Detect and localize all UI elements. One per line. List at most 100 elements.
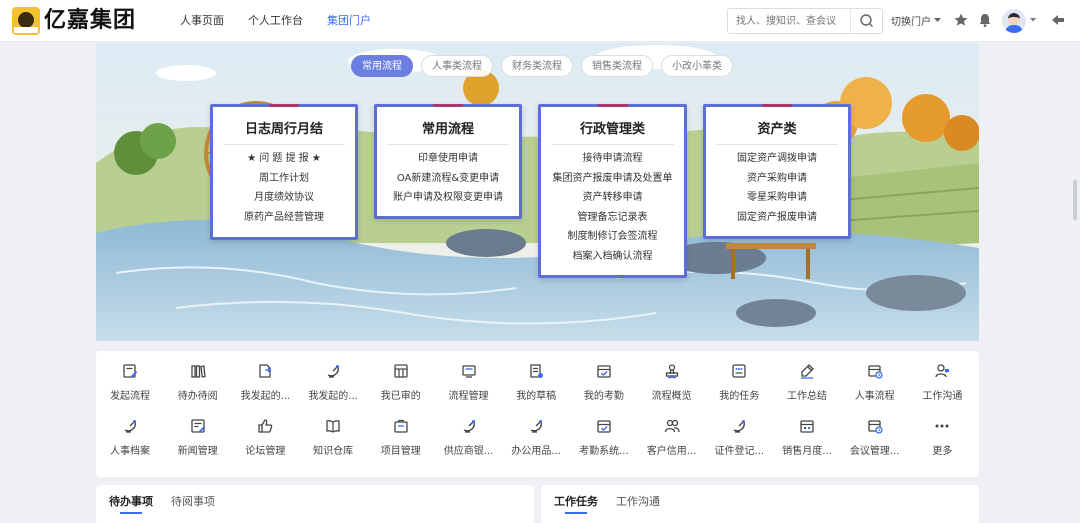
- quick-link-item[interactable]: 新闻管理: [164, 418, 232, 468]
- nav-hr-page[interactable]: 人事页面: [168, 0, 236, 42]
- quick-link-item[interactable]: 考勤系统...: [570, 418, 638, 468]
- quick-link-item[interactable]: 我发起的...: [231, 363, 299, 413]
- bell-icon[interactable]: [977, 12, 993, 28]
- nav-personal-workbench[interactable]: 个人工作台: [236, 0, 315, 42]
- tab-finance-process[interactable]: 财务类流程: [501, 55, 573, 77]
- card-link[interactable]: 接待申请流程: [541, 149, 684, 169]
- quick-link-item[interactable]: 我已审的: [367, 363, 435, 413]
- quick-link-item[interactable]: 更多: [908, 418, 976, 468]
- quick-link-label: 我的考勤: [583, 391, 624, 402]
- tab-work-communication[interactable]: 工作沟通: [616, 493, 660, 509]
- card-link[interactable]: 固定资产报废申请: [706, 208, 848, 228]
- switch-portal-label: 切换门户: [891, 17, 931, 28]
- card-link[interactable]: 原药产品经营管理: [213, 208, 355, 228]
- calendar-clock-icon: [867, 418, 883, 434]
- avatar-caret-icon[interactable]: [1029, 12, 1037, 28]
- satellite-icon: [528, 418, 544, 434]
- quick-link-item[interactable]: 人事档案: [96, 418, 164, 468]
- card-link[interactable]: 零星采购申请: [706, 188, 848, 208]
- card-admin-management: 行政管理类 接待申请流程 集团资产报废申请及处置单 资产转移申请 管理备忘记录表…: [538, 104, 687, 278]
- tab-hr-process[interactable]: 人事类流程: [421, 55, 493, 77]
- satellite-icon: [731, 418, 747, 434]
- card-link[interactable]: OA新建流程&变更申请: [377, 169, 519, 189]
- calendar-grid-icon: [799, 418, 815, 434]
- quick-link-item[interactable]: 我发起的...: [299, 363, 367, 413]
- card-link[interactable]: 月度绩效协议: [213, 188, 355, 208]
- grid-doc-icon: [393, 363, 409, 379]
- quick-link-item[interactable]: 知识仓库: [299, 418, 367, 468]
- quick-link-label: 知识仓库: [313, 446, 354, 457]
- quick-link-item[interactable]: 我的草稿: [502, 363, 570, 413]
- card-assets: 资产类 固定资产调拨申请 资产采购申请 零星采购申请 固定资产报废申请: [703, 104, 851, 239]
- quick-link-label: 供应商银...: [443, 446, 494, 457]
- card-link[interactable]: ★ 问 题 提 报 ★: [213, 149, 355, 169]
- draft-icon: [528, 363, 544, 379]
- tab-to-read-items[interactable]: 待阅事项: [171, 493, 215, 509]
- card-link[interactable]: 集团资产报废申请及处置单: [541, 169, 684, 189]
- user-chat-icon: [934, 363, 950, 379]
- todo-panel: 待办事项 待阅事项: [96, 485, 534, 523]
- star-icon[interactable]: [953, 12, 969, 28]
- quick-link-item[interactable]: 人事流程: [841, 363, 909, 413]
- quick-link-item[interactable]: 论坛管理: [231, 418, 299, 468]
- quick-link-item[interactable]: 工作沟通: [908, 363, 976, 413]
- calendar-check-icon: [596, 363, 612, 379]
- tab-work-tasks[interactable]: 工作任务: [554, 493, 598, 509]
- back-icon[interactable]: [1050, 12, 1066, 28]
- satellite-icon: [461, 418, 477, 434]
- quick-link-item[interactable]: 待办待阅: [164, 363, 232, 413]
- quick-link-label: 人事流程: [854, 391, 895, 402]
- nav-group-portal[interactable]: 集团门户: [315, 0, 383, 42]
- caret-down-icon: [934, 18, 941, 22]
- card-link[interactable]: 账户申请及权限变更申请: [377, 188, 519, 208]
- card-common-process: 常用流程 印章使用申请 OA新建流程&变更申请 账户申请及权限变更申请: [374, 104, 522, 219]
- switch-portal-dropdown[interactable]: 切换门户: [891, 13, 941, 28]
- quick-link-label: 会议管理...: [849, 446, 900, 457]
- card-link[interactable]: 管理备忘记录表: [541, 208, 684, 228]
- avatar[interactable]: [1002, 9, 1026, 33]
- quick-link-item[interactable]: 发起流程: [96, 363, 164, 413]
- logo-mascot-icon: [12, 7, 40, 35]
- card-link[interactable]: 资产转移申请: [541, 188, 684, 208]
- edit-form-icon: [122, 363, 138, 379]
- quick-link-item[interactable]: 办公用品...: [502, 418, 570, 468]
- quick-link-item[interactable]: 流程概览: [638, 363, 706, 413]
- more-icon: [934, 418, 950, 434]
- quick-link-label: 流程概览: [651, 391, 692, 402]
- quick-link-label: 人事档案: [110, 446, 150, 457]
- page-scrollbar[interactable]: [1073, 180, 1077, 220]
- card-link[interactable]: 周工作计划: [213, 169, 355, 189]
- quick-link-label: 办公用品...: [511, 446, 561, 457]
- quick-link-item[interactable]: 流程管理: [435, 363, 503, 413]
- quick-link-item[interactable]: 我的任务: [705, 363, 773, 413]
- card-link[interactable]: 印章使用申请: [377, 149, 519, 169]
- quick-link-item[interactable]: 销售月度...: [773, 418, 841, 468]
- satellite-icon: [325, 363, 341, 379]
- stamp-icon: [664, 363, 680, 379]
- card-link[interactable]: 资产采购申请: [706, 169, 848, 189]
- card-link[interactable]: 档案入档确认流程: [541, 247, 684, 267]
- card-title: 资产类: [757, 122, 797, 137]
- tab-sales-process[interactable]: 销售类流程: [581, 55, 653, 77]
- card-link[interactable]: 固定资产调拨申请: [706, 149, 848, 169]
- quick-link-item[interactable]: 项目管理: [367, 418, 435, 468]
- quick-link-item[interactable]: 供应商银...: [435, 418, 503, 468]
- tab-common-process[interactable]: 常用流程: [351, 55, 413, 77]
- thumb-up-icon: [257, 418, 273, 434]
- logo[interactable]: 亿嘉集团: [12, 7, 144, 35]
- book-open-icon: [325, 418, 341, 434]
- quick-link-label: 论坛管理: [245, 446, 286, 457]
- search-input[interactable]: [728, 9, 850, 33]
- tab-todo-items[interactable]: 待办事项: [109, 493, 153, 509]
- quick-link-item[interactable]: 工作总结: [773, 363, 841, 413]
- quick-link-label: 更多: [932, 446, 953, 457]
- card-link[interactable]: 制度制修订会签流程: [541, 227, 684, 247]
- quick-link-item[interactable]: 会议管理...: [841, 418, 909, 468]
- top-header: 亿嘉集团 人事页面 个人工作台 集团门户 切换门户: [0, 0, 1080, 42]
- search-button[interactable]: [851, 9, 883, 33]
- quick-link-item[interactable]: 我的考勤: [570, 363, 638, 413]
- tab-small-reform[interactable]: 小改小革类: [661, 55, 733, 77]
- quick-link-item[interactable]: 证件登记...: [705, 418, 773, 468]
- quick-link-item[interactable]: 客户信用...: [638, 418, 706, 468]
- quick-link-label: 新闻管理: [177, 446, 218, 457]
